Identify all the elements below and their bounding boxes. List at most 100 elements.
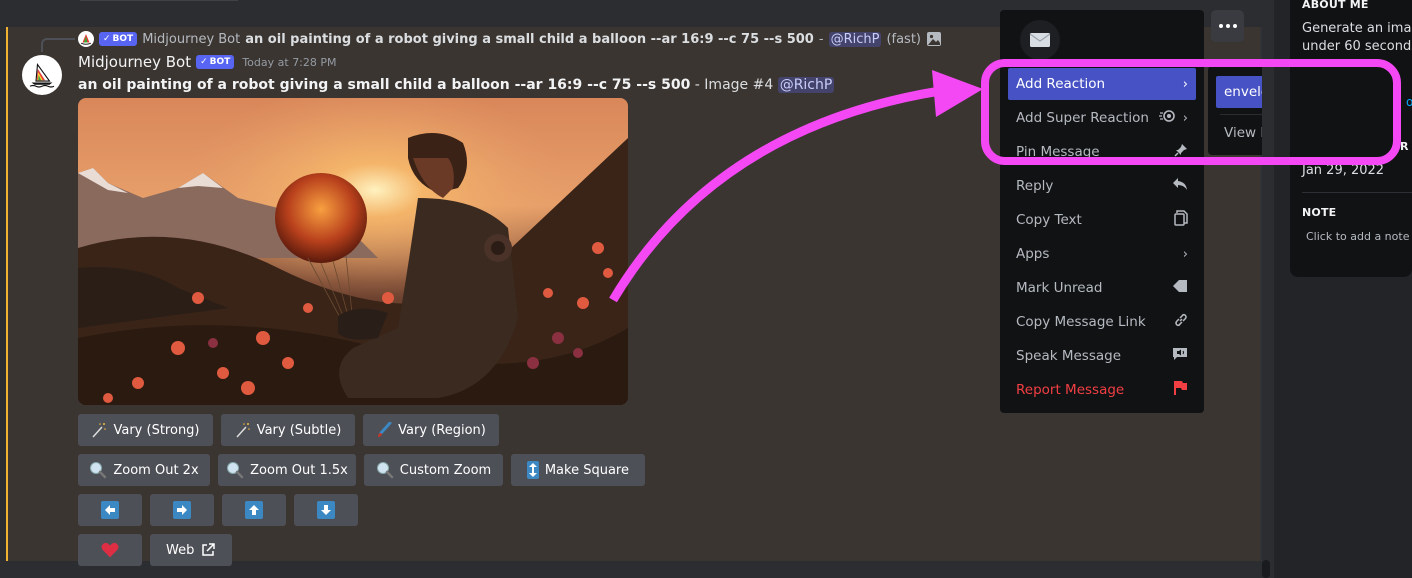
arrow-down-icon — [317, 501, 335, 519]
pan-left-button[interactable] — [78, 494, 142, 526]
menu-report-message[interactable]: Report Message — [1008, 374, 1196, 406]
copy-icon — [1174, 210, 1188, 230]
check-icon: ✓ — [200, 57, 208, 67]
chevron-right-icon: › — [1182, 76, 1188, 92]
pan-up-button[interactable] — [222, 494, 286, 526]
scrollbar-track[interactable] — [1262, 0, 1274, 578]
message-prompt: an oil painting of a robot giving a smal… — [78, 77, 691, 93]
reply-prompt[interactable]: an oil painting of a robot giving a smal… — [245, 32, 814, 47]
dot — [1225, 24, 1230, 28]
message-suffix: - Image #4 — [690, 77, 778, 93]
chevron-right-icon: › — [1182, 246, 1188, 262]
reply-preview[interactable]: ✓ BOT Midjourney Bot an oil painting of a… — [78, 30, 942, 48]
favorite-button[interactable] — [78, 534, 142, 566]
member-since-date: Jan 29, 2022 — [1302, 163, 1385, 178]
image-attachment-icon — [926, 31, 942, 47]
menu-speak-message[interactable]: Speak Message — [1008, 340, 1196, 372]
custom-zoom-button[interactable]: Custom Zoom — [364, 454, 503, 486]
menu-item-right: › — [1183, 77, 1188, 92]
variation-buttons: Vary (Strong) Vary (Subtle) Vary (Region… — [78, 414, 499, 446]
flag-icon — [1174, 380, 1188, 400]
menu-label: Reply — [1016, 178, 1054, 194]
reply-spine — [41, 38, 75, 52]
make-square-button[interactable]: Make Square — [511, 454, 645, 486]
web-label: Web — [166, 542, 195, 558]
zoom-out-2x-button[interactable]: Zoom Out 2x — [78, 454, 210, 486]
about-me-link[interactable]: o — [1406, 95, 1412, 109]
magnifier-icon — [226, 461, 244, 479]
menu-item-right — [1174, 210, 1188, 230]
extra-buttons: Web — [78, 534, 232, 566]
zoom-out-1-5x-button[interactable]: Zoom Out 1.5x — [218, 454, 356, 486]
menu-copy-message-link[interactable]: Copy Message Link — [1008, 306, 1196, 338]
divider — [80, 0, 238, 1]
arrow-up-icon — [245, 501, 263, 519]
scrollbar-thumb[interactable] — [1262, 560, 1270, 578]
menu-item-right — [1172, 347, 1188, 365]
bot-tag-label: BOT — [112, 34, 134, 44]
menu-reply[interactable]: Reply — [1008, 170, 1196, 202]
envelope-icon — [1029, 33, 1051, 47]
menu-add-reaction[interactable]: Add Reaction › — [1008, 68, 1196, 100]
menu-label: Apps — [1016, 246, 1050, 262]
web-button[interactable]: Web — [150, 534, 232, 566]
menu-label: Mark Unread — [1016, 280, 1103, 296]
menu-apps[interactable]: Apps › — [1008, 238, 1196, 270]
menu-item-right: › — [1158, 109, 1188, 127]
note-input[interactable]: Click to add a note — [1306, 230, 1409, 243]
menu-label: Report Message — [1016, 382, 1125, 398]
menu-label: Copy Message Link — [1016, 314, 1146, 330]
message-mention[interactable]: @RichP — [777, 77, 835, 93]
menu-label: Add Super Reaction — [1016, 110, 1149, 126]
reply-avatar[interactable] — [78, 31, 94, 47]
highlight-accent-bar — [6, 27, 8, 561]
menu-item-right — [1174, 143, 1188, 161]
avatar[interactable] — [22, 55, 62, 95]
magic-wand-icon — [235, 421, 251, 439]
vary-subtle-button[interactable]: Vary (Subtle) — [221, 414, 355, 446]
pin-icon — [1174, 143, 1188, 161]
menu-pin-message[interactable]: Pin Message — [1008, 136, 1196, 168]
dot — [1232, 24, 1237, 28]
generated-image[interactable] — [78, 98, 628, 405]
menu-label: Speak Message — [1016, 348, 1121, 364]
message-context-menu: Add Reaction › Add Super Reaction › Pin … — [1000, 10, 1204, 413]
heart-icon — [101, 541, 119, 559]
divider — [1302, 192, 1412, 193]
profile-card: ABOUT ME Generate an image under 60 seco… — [1290, 0, 1412, 277]
about-me-heading: ABOUT ME — [1302, 0, 1369, 11]
more-options-button[interactable] — [1211, 10, 1244, 42]
quick-reaction-envelope[interactable] — [1020, 20, 1060, 60]
bot-tag-label: BOT — [209, 57, 231, 67]
vary-strong-label: Vary (Strong) — [113, 422, 200, 438]
reply-speed: (fast) — [886, 31, 921, 47]
reply-dash: - — [818, 31, 824, 47]
menu-label: Add Reaction — [1016, 76, 1106, 92]
vary-strong-button[interactable]: Vary (Strong) — [78, 414, 213, 446]
mark-unread-icon — [1172, 279, 1188, 297]
left-gutter — [0, 0, 6, 578]
vary-region-button[interactable]: Vary (Region) — [363, 414, 499, 446]
make-square-label: Make Square — [544, 462, 629, 478]
pan-down-button[interactable] — [294, 494, 358, 526]
menu-copy-text[interactable]: Copy Text — [1008, 204, 1196, 236]
menu-item-right — [1172, 177, 1188, 195]
vary-region-label: Vary (Region) — [398, 422, 486, 438]
magnifier-icon — [376, 461, 394, 479]
menu-mark-unread[interactable]: Mark Unread — [1008, 272, 1196, 304]
external-link-icon — [200, 541, 216, 559]
reply-author[interactable]: Midjourney Bot — [142, 32, 240, 47]
dot — [1218, 24, 1223, 28]
pan-right-button[interactable] — [150, 494, 214, 526]
arrow-right-icon — [173, 501, 191, 519]
menu-item-right — [1174, 313, 1188, 331]
vary-subtle-label: Vary (Subtle) — [256, 422, 342, 438]
username[interactable]: Midjourney Bot — [78, 53, 191, 71]
reply-mention[interactable]: @RichP — [828, 31, 882, 47]
timestamp: Today at 7:28 PM — [242, 55, 337, 69]
super-reaction-icon — [1158, 109, 1175, 127]
bot-tag: ✓ BOT — [196, 55, 235, 69]
message-header: Midjourney Bot ✓ BOT Today at 7:28 PM — [78, 53, 337, 71]
menu-add-super-reaction[interactable]: Add Super Reaction › — [1008, 102, 1196, 134]
arrow-left-icon — [101, 501, 119, 519]
